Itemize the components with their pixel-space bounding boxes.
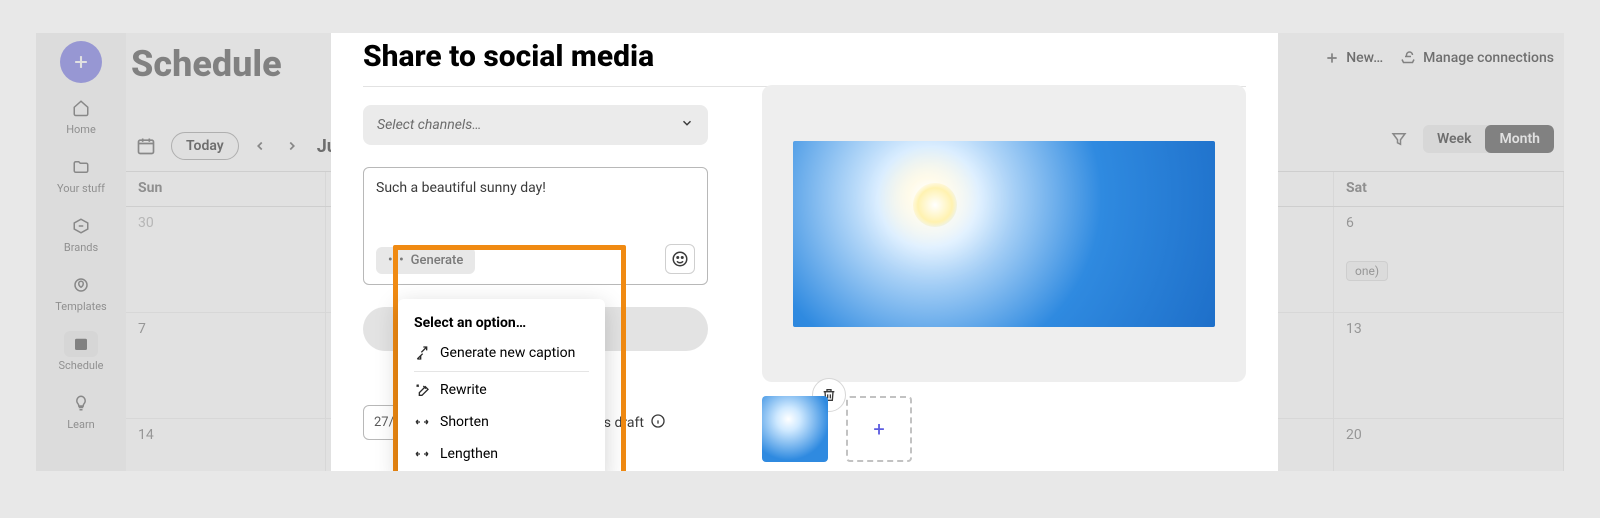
dropdown-option-label: Rewrite [440,382,487,398]
sidebar-item-label: Home [66,123,96,136]
page-title: Schedule [131,43,282,85]
generate-button[interactable]: ••• Generate [376,247,475,274]
filter-icon[interactable] [1385,125,1413,153]
dropdown-option-shorten[interactable]: Shorten [398,406,605,438]
sidebar-item-brands[interactable]: Brands [36,207,126,260]
calendar-cell[interactable]: 13 [1334,313,1564,418]
emoji-picker-button[interactable] [665,244,695,274]
prev-month-button[interactable] [249,135,271,157]
add-media-button[interactable]: + [846,396,912,462]
sidebar-item-label: Schedule [59,359,104,372]
generate-dropdown: Select an option… Generate new caption R… [398,299,605,471]
new-button-label: New… [1346,50,1383,66]
lightbulb-icon [64,390,98,416]
sidebar-item-templates[interactable]: Templates [36,266,126,319]
dropdown-option-rewrite[interactable]: Rewrite [398,374,605,406]
preview-card [762,85,1246,382]
info-icon [650,413,666,433]
calendar-cell[interactable]: 14 [126,419,326,471]
calendar-cell[interactable]: 30 [126,207,326,312]
header-actions: New… Manage connections [1324,49,1554,67]
caption-textarea[interactable]: Such a beautiful sunny day! ••• Generate [363,167,708,285]
day-header-sat: Sat [1334,172,1564,206]
view-month-button[interactable]: Month [1485,125,1554,153]
calendar-cell[interactable]: 6one) [1334,207,1564,312]
sidebar-item-learn[interactable]: Learn [36,384,126,437]
next-month-button[interactable] [281,135,303,157]
sidebar-item-label: Templates [55,300,106,313]
sidebar-item-your-stuff[interactable]: Your stuff [36,148,126,201]
templates-icon [64,272,98,298]
view-week-button[interactable]: Week [1423,125,1486,153]
thumbnail-row: + [762,396,1246,462]
new-button[interactable]: New… [1324,50,1383,66]
divider [414,371,589,372]
dropdown-option-label: Shorten [440,414,489,430]
day-header-sun: Sun [126,172,326,206]
calendar-toolbar: Today July [131,123,351,169]
sidebar-item-label: Your stuff [57,182,105,195]
today-button[interactable]: Today [171,132,239,160]
channel-select-placeholder: Select channels… [377,117,481,133]
media-preview: + [762,85,1246,462]
view-toggle: Week Month [1385,125,1554,153]
manage-connections-label: Manage connections [1423,50,1554,66]
dropdown-option-generate-caption[interactable]: Generate new caption [398,337,605,369]
channel-select[interactable]: Select channels… [363,105,708,145]
sidebar-item-home[interactable]: Home [36,89,126,142]
dropdown-option-label: Lengthen [440,446,498,462]
caption-text: Such a beautiful sunny day! [376,180,695,196]
sidebar: Home Your stuff Brands Templates Schedul… [36,33,126,471]
media-thumbnail[interactable] [762,396,828,462]
chevron-down-icon [680,116,694,134]
dropdown-option-label: Generate new caption [440,345,575,361]
folder-icon [64,154,98,180]
generate-label: Generate [411,253,464,268]
app-frame: Schedule Today July New… Manage connecti… [36,33,1564,471]
home-icon [64,95,98,121]
event-chip[interactable]: one) [1346,261,1388,281]
brands-icon [64,213,98,239]
calendar-cell[interactable]: 20 [1334,419,1564,471]
manage-connections-button[interactable]: Manage connections [1399,49,1554,67]
dots-icon: ••• [388,253,405,268]
sidebar-item-label: Learn [67,418,95,431]
dropdown-option-lengthen[interactable]: Lengthen [398,438,605,470]
modal-title: Share to social media [363,39,1246,74]
sidebar-item-schedule[interactable]: Schedule [36,325,126,378]
date-picker-icon[interactable] [131,131,161,161]
sidebar-item-label: Brands [64,241,98,254]
dropdown-header: Select an option… [398,309,605,337]
calendar-icon [64,331,98,357]
calendar-cell[interactable]: 7 [126,313,326,418]
sky-image [793,141,1215,327]
create-button[interactable] [60,41,102,83]
